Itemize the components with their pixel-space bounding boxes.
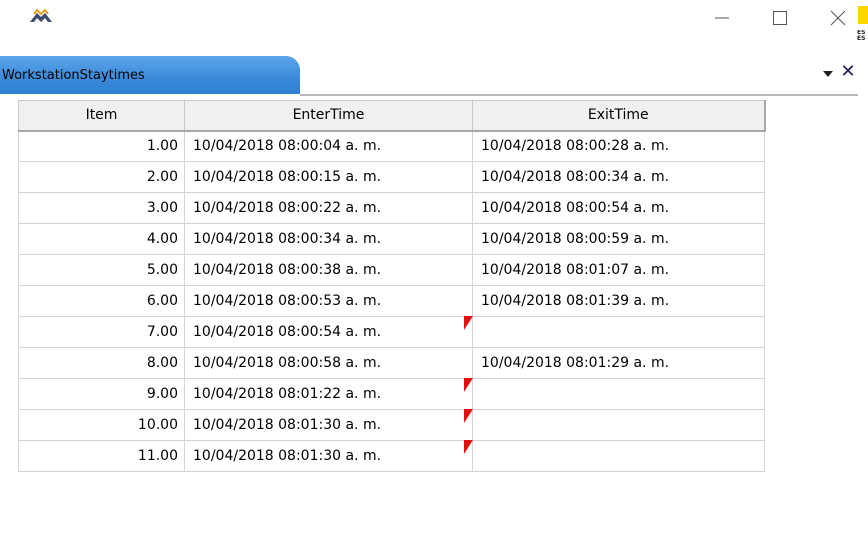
cell-entertime[interactable]: 10/04/2018 08:00:58 a. m. <box>184 347 473 379</box>
tab-strip: WorkstationStaytimes ✕ <box>0 56 858 96</box>
cell-entertime[interactable]: 10/04/2018 08:01:30 a. m. <box>184 440 473 472</box>
cell-item[interactable]: 6.00 <box>18 285 185 317</box>
column-header-entertime[interactable]: EnterTime <box>184 100 473 132</box>
cell-entertime[interactable]: 10/04/2018 08:00:54 a. m. <box>184 316 473 348</box>
app-window: ES ES WorkstationStaytimes ✕ Item EnterTi… <box>0 0 868 538</box>
cell-entertime-text: 10/04/2018 08:00:15 a. m. <box>193 169 382 185</box>
table-row[interactable]: 5.00 10/04/2018 08:00:38 a. m. 10/04/201… <box>18 254 765 286</box>
cell-item[interactable]: 3.00 <box>18 192 185 224</box>
cell-exittime[interactable]: 10/04/2018 08:01:07 a. m. <box>472 254 765 286</box>
cell-exittime[interactable]: 10/04/2018 08:00:54 a. m. <box>472 192 765 224</box>
cell-exittime[interactable]: 10/04/2018 08:01:39 a. m. <box>472 285 765 317</box>
cell-entertime[interactable]: 10/04/2018 08:01:22 a. m. <box>184 378 473 410</box>
cell-exittime[interactable]: 10/04/2018 08:00:34 a. m. <box>472 161 765 193</box>
close-tab-icon: ✕ <box>840 61 856 82</box>
cell-entertime-text: 10/04/2018 08:00:58 a. m. <box>193 355 382 371</box>
tab-label: WorkstationStaytimes <box>2 68 145 83</box>
table-row[interactable]: 6.00 10/04/2018 08:00:53 a. m. 10/04/201… <box>18 285 765 317</box>
tab-divider <box>300 94 858 96</box>
cell-entertime-text: 10/04/2018 08:00:53 a. m. <box>193 293 382 309</box>
cell-item[interactable]: 2.00 <box>18 161 185 193</box>
close-icon <box>830 10 846 26</box>
cell-entertime-text: 10/04/2018 08:01:30 a. m. <box>193 417 382 433</box>
cell-entertime[interactable]: 10/04/2018 08:00:22 a. m. <box>184 192 473 224</box>
cell-entertime-text: 10/04/2018 08:00:34 a. m. <box>193 231 382 247</box>
cell-entertime[interactable]: 10/04/2018 08:00:38 a. m. <box>184 254 473 286</box>
cell-entertime-text: 10/04/2018 08:01:30 a. m. <box>193 448 382 464</box>
cell-exittime[interactable]: 10/04/2018 08:01:29 a. m. <box>472 347 765 379</box>
staytimes-table: Item EnterTime ExitTime 1.00 10/04/2018 … <box>18 100 766 472</box>
cell-exittime[interactable] <box>472 440 765 472</box>
cell-item[interactable]: 1.00 <box>18 130 185 162</box>
column-header-item[interactable]: Item <box>18 100 185 132</box>
cell-item[interactable]: 8.00 <box>18 347 185 379</box>
cell-entertime-text: 10/04/2018 08:00:04 a. m. <box>193 138 382 155</box>
cell-item[interactable]: 9.00 <box>18 378 185 410</box>
table-row[interactable]: 1.00 10/04/2018 08:00:04 a. m. 10/04/201… <box>18 130 765 162</box>
cell-item[interactable]: 4.00 <box>18 223 185 255</box>
cell-exittime[interactable]: 10/04/2018 08:00:28 a. m. <box>472 130 765 162</box>
cell-entertime-text: 10/04/2018 08:00:38 a. m. <box>193 262 382 278</box>
cell-item[interactable]: 7.00 <box>18 316 185 348</box>
cell-exittime[interactable]: 10/04/2018 08:00:59 a. m. <box>472 223 765 255</box>
cell-entertime-text: 10/04/2018 08:00:22 a. m. <box>193 200 382 216</box>
cell-entertime-text: 10/04/2018 08:01:22 a. m. <box>193 386 382 402</box>
cell-exittime[interactable] <box>472 316 765 348</box>
title-bar: ES ES <box>0 0 868 42</box>
cell-entertime[interactable]: 10/04/2018 08:00:53 a. m. <box>184 285 473 317</box>
maximize-button[interactable] <box>752 0 808 36</box>
cell-entertime-text: 10/04/2018 08:00:54 a. m. <box>193 324 382 340</box>
cell-entertime[interactable]: 10/04/2018 08:00:34 a. m. <box>184 223 473 255</box>
edge-partial-text: ES ES <box>857 30 866 42</box>
cell-item[interactable]: 5.00 <box>18 254 185 286</box>
table-row[interactable]: 7.00 10/04/2018 08:00:54 a. m. <box>18 316 765 348</box>
maximize-icon <box>773 11 787 25</box>
table-row[interactable]: 4.00 10/04/2018 08:00:34 a. m. 10/04/201… <box>18 223 765 255</box>
cell-entertime[interactable]: 10/04/2018 08:00:15 a. m. <box>184 161 473 193</box>
table-row[interactable]: 8.00 10/04/2018 08:00:58 a. m. 10/04/201… <box>18 347 765 379</box>
cell-item[interactable]: 11.00 <box>18 440 185 472</box>
cell-entertime[interactable]: 10/04/2018 08:01:30 a. m. <box>184 409 473 441</box>
table-row[interactable]: 3.00 10/04/2018 08:00:22 a. m. 10/04/201… <box>18 192 765 224</box>
table-row[interactable]: 9.00 10/04/2018 08:01:22 a. m. <box>18 378 765 410</box>
minimize-button[interactable] <box>694 0 750 36</box>
table-row[interactable]: 2.00 10/04/2018 08:00:15 a. m. 10/04/201… <box>18 161 765 193</box>
cell-exittime[interactable] <box>472 378 765 410</box>
cell-item[interactable]: 10.00 <box>18 409 185 441</box>
close-tab-button[interactable]: ✕ <box>838 60 858 84</box>
table-row[interactable]: 10.00 10/04/2018 08:01:30 a. m. <box>18 409 765 441</box>
table-row[interactable]: 11.00 10/04/2018 08:01:30 a. m. <box>18 440 765 472</box>
dropdown-arrow-icon[interactable] <box>822 68 834 80</box>
cell-exittime[interactable] <box>472 409 765 441</box>
minimize-icon <box>715 17 729 19</box>
cell-entertime[interactable]: 10/04/2018 08:00:04 a. m. <box>184 130 473 162</box>
edge-badge <box>858 6 868 24</box>
app-logo-icon <box>30 8 52 22</box>
tab-workstation-staytimes[interactable]: WorkstationStaytimes <box>0 56 300 94</box>
table-header-row: Item EnterTime ExitTime <box>18 100 766 132</box>
column-header-exittime[interactable]: ExitTime <box>472 100 766 132</box>
